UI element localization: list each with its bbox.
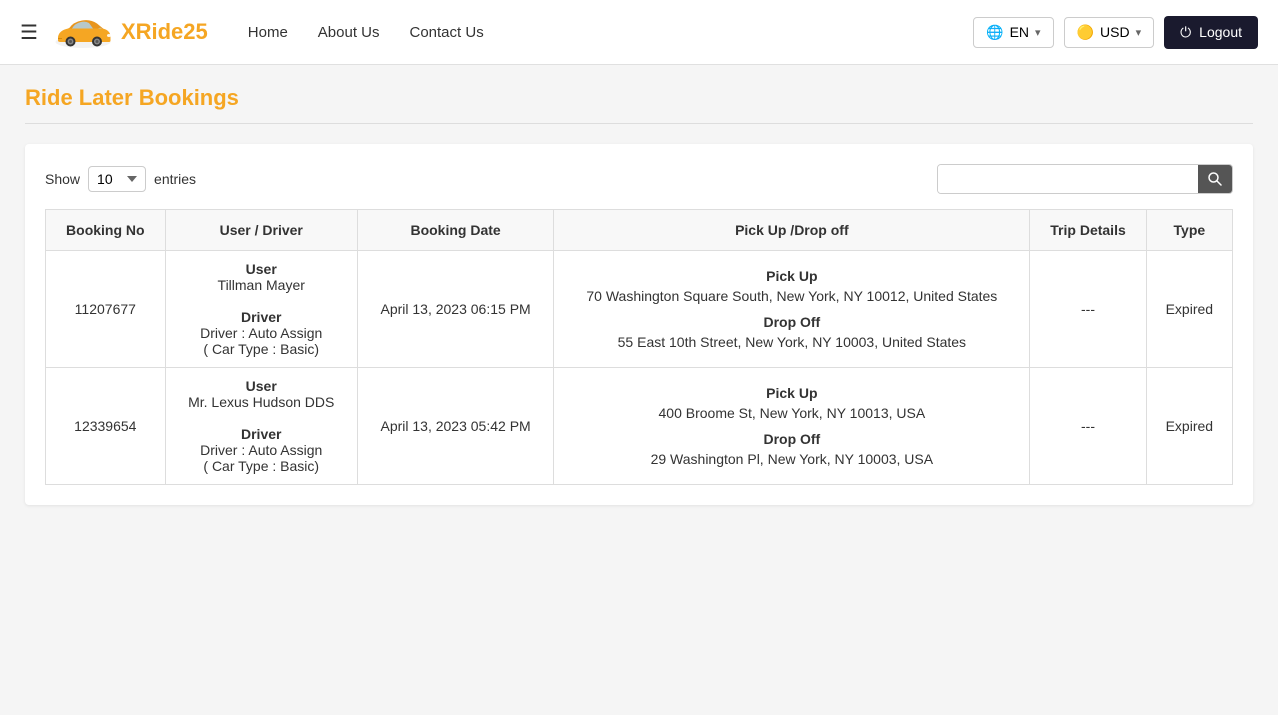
col-type: Type	[1146, 210, 1232, 251]
table-row: 12339654 User Mr. Lexus Hudson DDS Drive…	[46, 368, 1233, 485]
table-controls: Show 10 25 50 100 entries	[45, 164, 1233, 194]
col-user-driver: User / Driver	[165, 210, 357, 251]
cell-type-1: Expired	[1146, 368, 1232, 485]
cell-pickup-dropoff-1: Pick Up 400 Broome St, New York, NY 1001…	[554, 368, 1030, 485]
main-nav: Home About Us Contact Us	[248, 24, 973, 41]
cell-trip-details-1: ---	[1030, 368, 1146, 485]
cell-booking-no-1: 12339654	[46, 368, 166, 485]
chevron-down-icon-currency: ▾	[1136, 26, 1142, 39]
language-selector[interactable]: 🌐 EN ▾	[973, 17, 1053, 48]
power-icon: ⏻	[1180, 24, 1191, 41]
table-header-row: Booking No User / Driver Booking Date Pi…	[46, 210, 1233, 251]
table-row: 11207677 User Tillman Mayer Driver Drive…	[46, 251, 1233, 368]
cell-booking-no-0: 11207677	[46, 251, 166, 368]
col-booking-date: Booking Date	[357, 210, 553, 251]
menu-icon[interactable]: ☰	[20, 20, 38, 45]
page-content: Ride Later Bookings Show 10 25 50 100 en…	[0, 65, 1278, 715]
cell-pickup-dropoff-0: Pick Up 70 Washington Square South, New …	[554, 251, 1030, 368]
cell-booking-date-1: April 13, 2023 05:42 PM	[357, 368, 553, 485]
globe-icon: 🌐	[986, 24, 1003, 41]
search-button[interactable]	[1198, 165, 1232, 193]
col-booking-no: Booking No	[46, 210, 166, 251]
chevron-down-icon: ▾	[1035, 26, 1041, 39]
logo[interactable]: XRide25	[53, 13, 208, 51]
cell-type-0: Expired	[1146, 251, 1232, 368]
logout-label: Logout	[1199, 24, 1242, 40]
col-trip-details: Trip Details	[1030, 210, 1146, 251]
nav-contact[interactable]: Contact Us	[410, 24, 484, 41]
header: ☰ XRide25 Home Ab	[0, 0, 1278, 65]
bookings-table: Booking No User / Driver Booking Date Pi…	[45, 209, 1233, 485]
cell-user-driver-0: User Tillman Mayer Driver Driver : Auto …	[165, 251, 357, 368]
logo-text: XRide25	[121, 19, 208, 45]
search-box	[937, 164, 1233, 194]
nav-about[interactable]: About Us	[318, 24, 380, 41]
show-label: Show	[45, 171, 80, 187]
table-container: Show 10 25 50 100 entries	[25, 144, 1253, 505]
currency-selector[interactable]: 🟡 USD ▾	[1064, 17, 1155, 48]
col-pickup-dropoff: Pick Up /Drop off	[554, 210, 1030, 251]
lang-label: EN	[1010, 24, 1029, 40]
show-entries-control: Show 10 25 50 100 entries	[45, 166, 196, 192]
cell-booking-date-0: April 13, 2023 06:15 PM	[357, 251, 553, 368]
logout-button[interactable]: ⏻ Logout	[1164, 16, 1258, 49]
logo-car-icon	[53, 13, 113, 51]
cell-user-driver-1: User Mr. Lexus Hudson DDS Driver Driver …	[165, 368, 357, 485]
entries-select[interactable]: 10 25 50 100	[88, 166, 146, 192]
search-input[interactable]	[938, 165, 1198, 193]
cell-trip-details-0: ---	[1030, 251, 1146, 368]
page-title: Ride Later Bookings	[25, 85, 1253, 111]
search-icon	[1208, 172, 1222, 186]
nav-home[interactable]: Home	[248, 24, 288, 41]
divider	[25, 123, 1253, 124]
currency-icon: 🟡	[1077, 24, 1094, 41]
currency-label: USD	[1100, 24, 1130, 40]
header-actions: 🌐 EN ▾ 🟡 USD ▾ ⏻ Logout	[973, 16, 1258, 49]
entries-label: entries	[154, 171, 196, 187]
